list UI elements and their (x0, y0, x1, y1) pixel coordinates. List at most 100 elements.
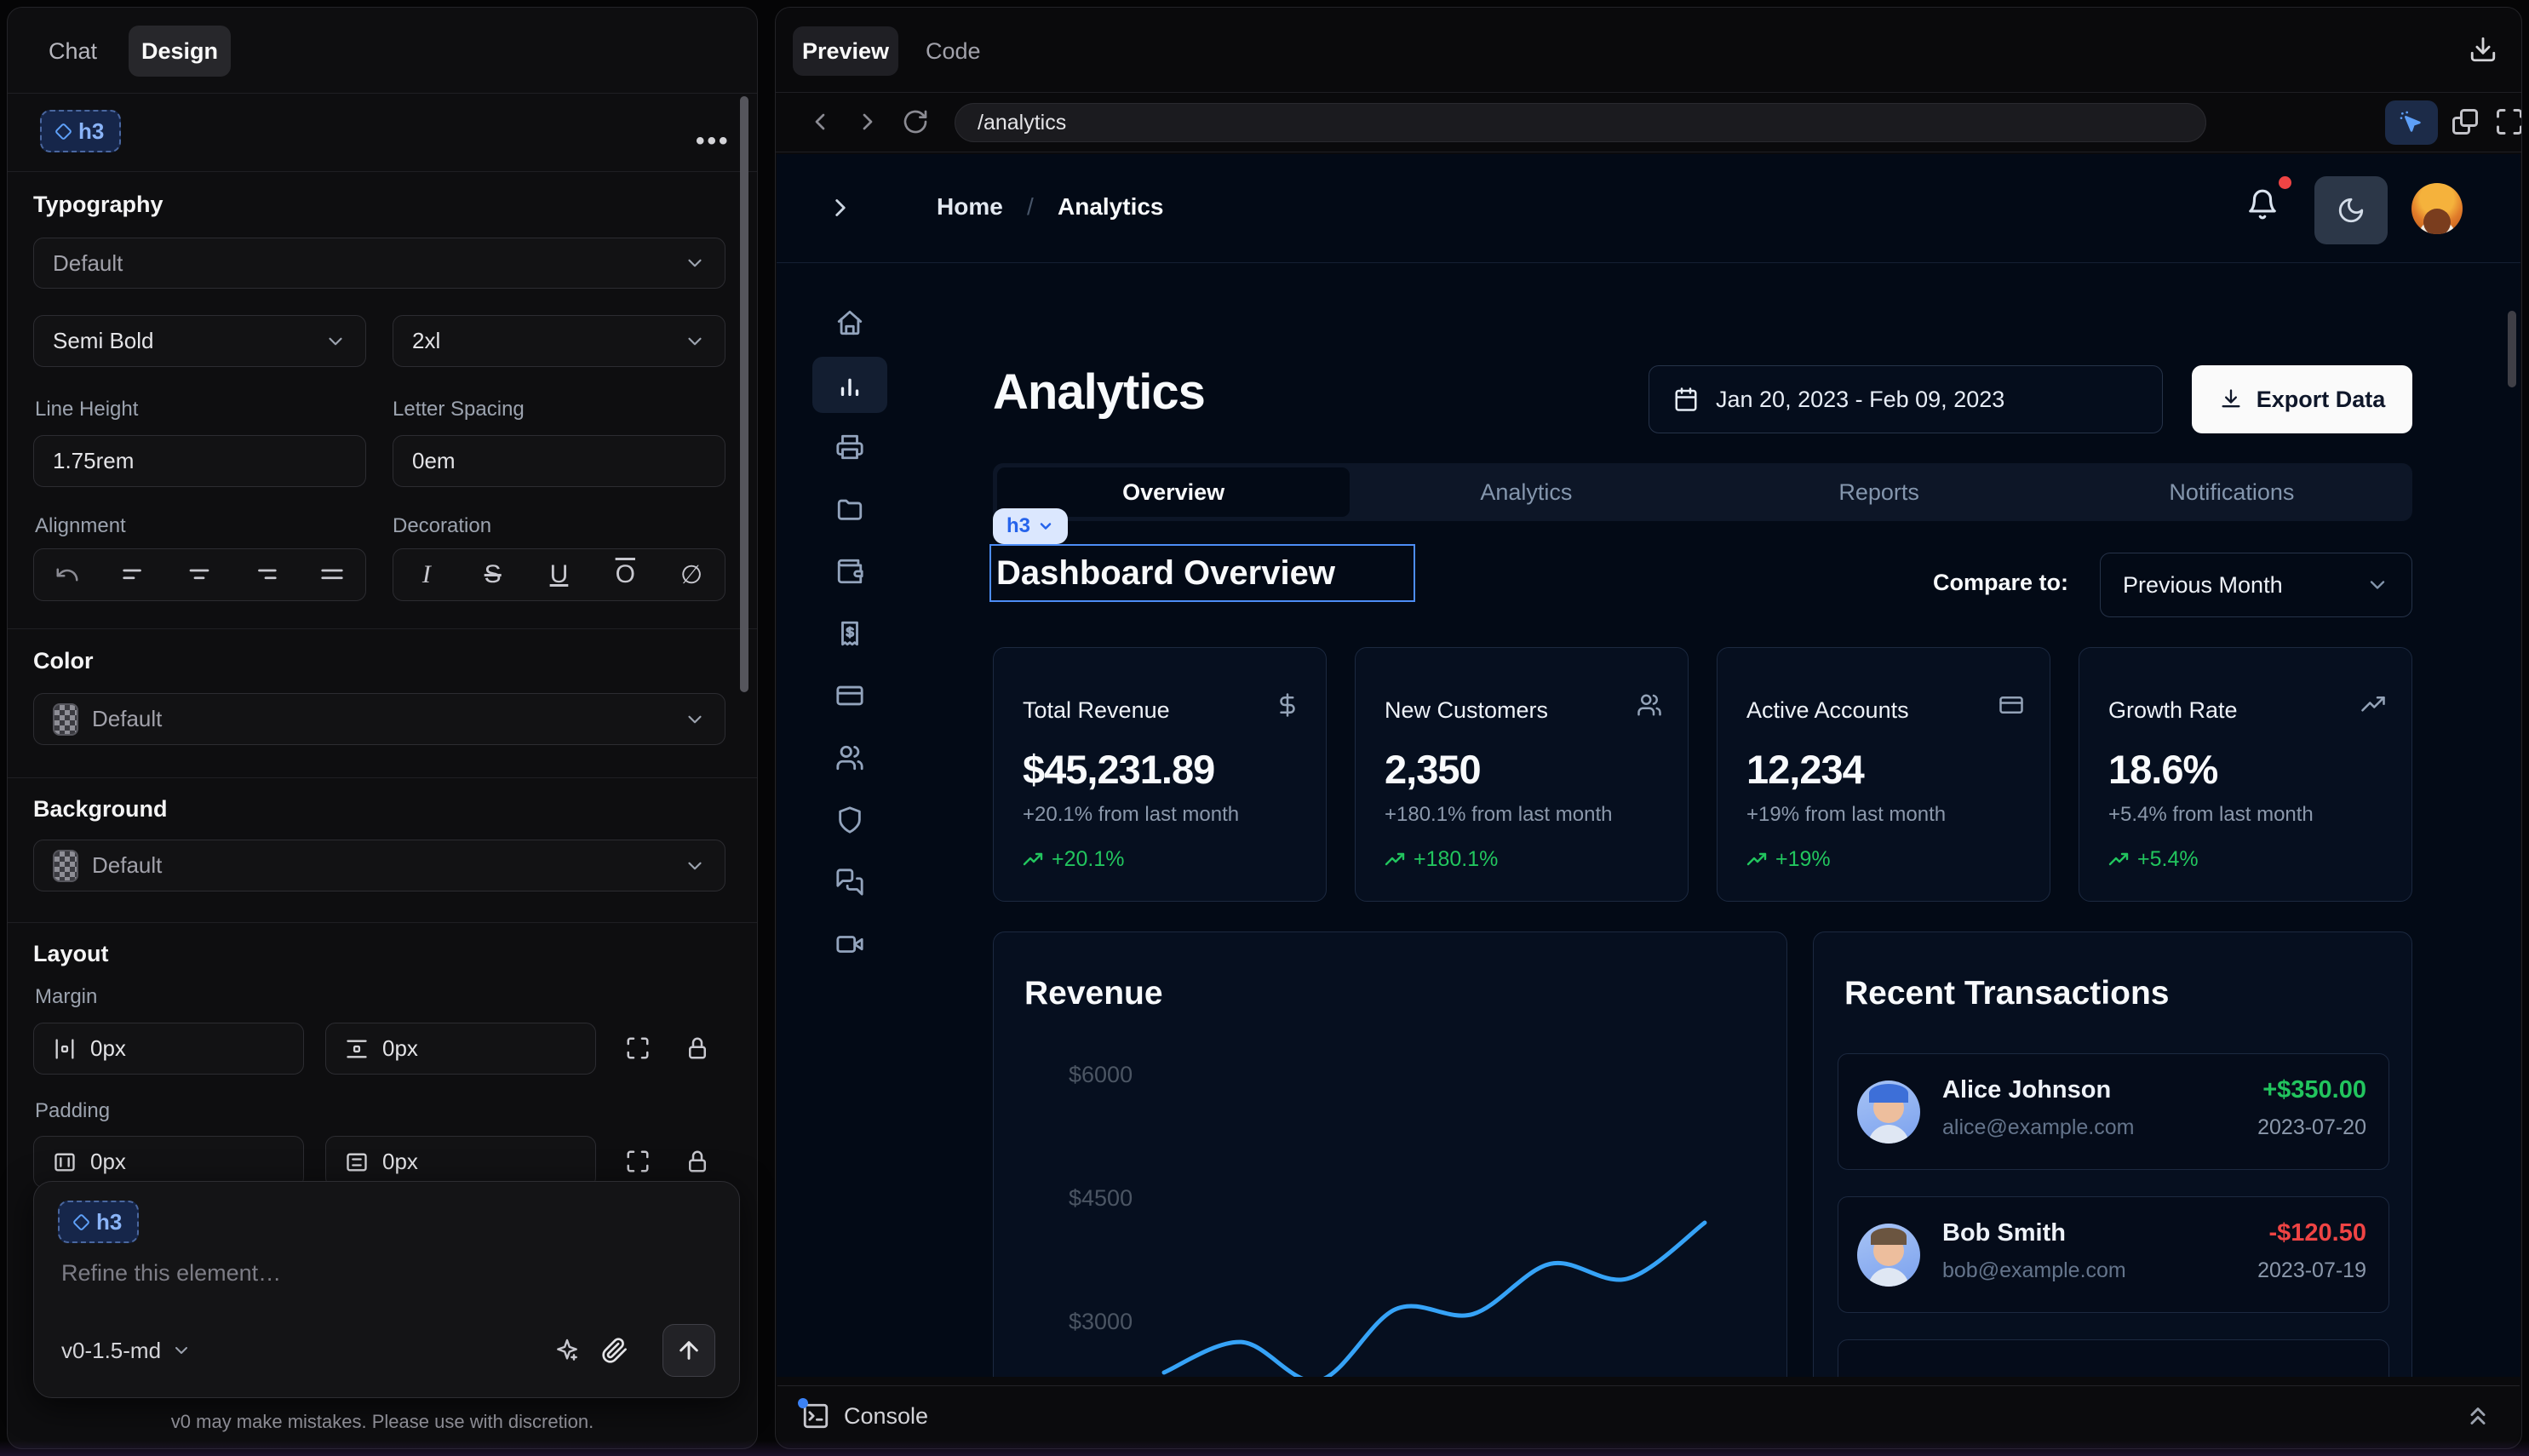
user-avatar[interactable] (2411, 183, 2463, 234)
italic-icon[interactable]: I (403, 551, 450, 599)
tab-notifications[interactable]: Notifications (2056, 467, 2408, 517)
transaction-name: Alice Johnson (1942, 1076, 2111, 1104)
background-value: Default (92, 852, 162, 879)
sidebar-item-invoices[interactable] (812, 419, 887, 475)
stat-label: Total Revenue (1023, 697, 1297, 724)
refresh-icon[interactable] (902, 108, 929, 135)
sidebar-item-files[interactable] (812, 481, 887, 537)
url-input[interactable]: /analytics (955, 103, 2206, 142)
padding-x-input[interactable]: 0px (33, 1136, 304, 1188)
sidebar-item-users[interactable] (812, 730, 887, 786)
theme-toggle[interactable] (2314, 176, 2388, 244)
calendar-icon (1673, 387, 1699, 412)
background-select[interactable]: Default (33, 840, 725, 891)
select-element-tool[interactable] (2385, 100, 2438, 145)
tab-code[interactable]: Code (926, 38, 981, 65)
preview-scrollbar[interactable] (2508, 311, 2516, 387)
messages-icon (835, 868, 864, 897)
overline-icon[interactable]: O (601, 551, 649, 599)
tab-design[interactable]: Design (129, 26, 231, 77)
sidebar-item-security[interactable] (812, 792, 887, 848)
sidebar-item-messages[interactable] (812, 854, 887, 910)
sidebar-item-receipts[interactable] (812, 605, 887, 662)
underline-icon[interactable]: U (535, 551, 582, 599)
model-name: v0-1.5-md (61, 1338, 161, 1364)
align-right-icon[interactable] (242, 551, 290, 599)
font-select[interactable]: Default (33, 238, 725, 289)
model-select[interactable]: v0-1.5-md (61, 1338, 192, 1364)
sidebar-item-cards[interactable] (812, 668, 887, 724)
margin-expand-icon[interactable] (614, 1024, 662, 1072)
margin-lock-icon[interactable] (674, 1024, 721, 1072)
copy-icon[interactable] (2450, 106, 2480, 137)
sidebar-item-video[interactable] (812, 916, 887, 972)
date-range-button[interactable]: Jan 20, 2023 - Feb 09, 2023 (1649, 365, 2163, 433)
forward-icon[interactable] (854, 108, 881, 135)
bar-chart-icon (835, 370, 864, 399)
chevrons-up-icon[interactable] (2463, 1402, 2492, 1430)
margin-x-input[interactable]: 0px (33, 1023, 304, 1075)
composer-input[interactable]: Refine this element… (61, 1260, 281, 1287)
selected-heading-outline[interactable]: Dashboard Overview (989, 544, 1415, 602)
line-height-input[interactable]: 1.75rem (33, 435, 366, 487)
tab-preview[interactable]: Preview (793, 26, 898, 76)
element-tag-badge[interactable]: h3 (993, 508, 1068, 544)
padding-lock-icon[interactable] (674, 1138, 721, 1185)
selected-element-badge[interactable]: h3 (40, 110, 121, 152)
sidebar-item-analytics[interactable] (812, 357, 887, 413)
undo-icon[interactable] (43, 551, 91, 599)
paperclip-icon[interactable] (591, 1327, 639, 1374)
composer-element-badge[interactable]: h3 (58, 1201, 139, 1243)
diamond-icon (72, 1212, 90, 1230)
no-decoration-icon[interactable]: ∅ (668, 551, 715, 599)
stat-label: Active Accounts (1746, 697, 2021, 724)
stat-card-new-customers: New Customers 2,350 +180.1% from last mo… (1355, 647, 1689, 902)
padding-expand-icon[interactable] (614, 1138, 662, 1185)
transaction-row[interactable] (1838, 1339, 2389, 1377)
align-justify-icon[interactable] (308, 551, 356, 599)
app-sidebar (777, 263, 920, 1377)
more-options-button[interactable]: ••• (696, 127, 738, 156)
back-icon[interactable] (806, 108, 834, 135)
color-select[interactable]: Default (33, 693, 725, 745)
breadcrumb-home[interactable]: Home (937, 193, 1003, 221)
console-bar[interactable]: Console (777, 1385, 2520, 1447)
stat-value: $45,231.89 (1023, 746, 1297, 793)
window-bottom-glow (0, 1441, 2529, 1456)
send-button[interactable] (662, 1324, 715, 1377)
transaction-row[interactable]: Bob Smith bob@example.com -$120.50 2023-… (1838, 1196, 2389, 1313)
export-data-button[interactable]: Export Data (2192, 365, 2412, 433)
cursor-sparkle-icon (2398, 109, 2425, 136)
sparkles-icon[interactable] (543, 1327, 591, 1374)
preview-panel: Preview Code /analytics Home / Analytics (775, 7, 2522, 1449)
strikethrough-icon[interactable]: S (469, 551, 517, 599)
tab-reports[interactable]: Reports (1703, 467, 2056, 517)
export-data-label: Export Data (2257, 387, 2386, 413)
margin-y-input[interactable]: 0px (325, 1023, 596, 1075)
divider (8, 777, 757, 778)
panel-scrollbar[interactable] (740, 96, 748, 692)
fullscreen-icon[interactable] (2494, 106, 2522, 137)
alignment-toolbar (33, 548, 366, 601)
tab-analytics[interactable]: Analytics (1350, 467, 1702, 517)
breadcrumb-separator: / (1027, 193, 1034, 221)
color-value: Default (92, 706, 162, 732)
padding-vertical-icon (345, 1150, 369, 1174)
padding-y-input[interactable]: 0px (325, 1136, 596, 1188)
sidebar-expand-icon[interactable] (826, 193, 855, 222)
bell-icon[interactable] (2246, 188, 2279, 221)
download-icon[interactable] (2469, 35, 2497, 64)
sidebar-item-home[interactable] (812, 295, 887, 351)
tab-chat[interactable]: Chat (49, 38, 97, 65)
browser-toolbar: /analytics (776, 92, 2521, 152)
align-center-icon[interactable] (175, 551, 223, 599)
align-left-icon[interactable] (110, 551, 158, 599)
compare-select[interactable]: Previous Month (2100, 553, 2412, 617)
stat-card-growth-rate: Growth Rate 18.6% +5.4% from last month … (2079, 647, 2412, 902)
transaction-row[interactable]: Alice Johnson alice@example.com +$350.00… (1838, 1053, 2389, 1170)
letter-spacing-input[interactable]: 0em (393, 435, 725, 487)
font-weight-select[interactable]: Semi Bold (33, 315, 366, 367)
sidebar-item-wallet[interactable] (812, 543, 887, 599)
padding-label: Padding (35, 1099, 110, 1123)
font-size-select[interactable]: 2xl (393, 315, 725, 367)
